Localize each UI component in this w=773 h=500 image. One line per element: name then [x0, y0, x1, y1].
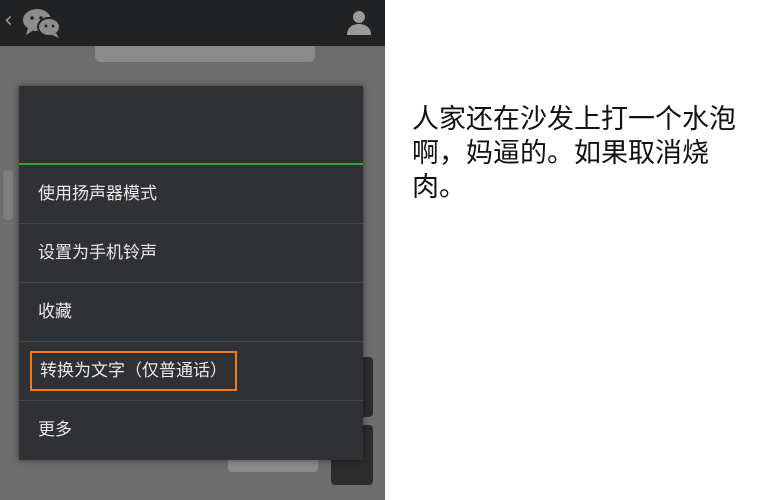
- menu-item-label: 设置为手机铃声: [38, 243, 157, 263]
- chevron-left-icon[interactable]: ‹: [4, 7, 13, 35]
- menu-item-label: 转换为文字（仅普通话）: [30, 351, 237, 391]
- screenshot-stage: ‹ 使用扬声器模式 设置为手机铃声 收藏 转换为文字（仅普通话） 更多 人家还在…: [0, 0, 773, 500]
- menu-item-label: 更多: [38, 420, 72, 440]
- menu-item-more[interactable]: 更多: [19, 401, 363, 460]
- menu-item-speaker-mode[interactable]: 使用扬声器模式: [19, 165, 363, 224]
- menu-item-label: 收藏: [38, 302, 72, 322]
- background-message-strip: [95, 46, 315, 62]
- menu-item-convert-to-text[interactable]: 转换为文字（仅普通话）: [19, 342, 363, 401]
- menu-item-set-ringtone[interactable]: 设置为手机铃声: [19, 224, 363, 283]
- person-icon[interactable]: [345, 8, 373, 36]
- context-menu: 使用扬声器模式 设置为手机铃声 收藏 转换为文字（仅普通话） 更多: [19, 86, 363, 460]
- title-bar: ‹: [0, 0, 385, 46]
- menu-item-label: 使用扬声器模式: [38, 184, 157, 204]
- phone-screen: ‹ 使用扬声器模式 设置为手机铃声 收藏 转换为文字（仅普通话） 更多: [0, 0, 385, 500]
- menu-item-favorite[interactable]: 收藏: [19, 283, 363, 342]
- context-menu-header: [19, 86, 363, 165]
- background-message-edge: [3, 170, 13, 220]
- transcription-caption: 人家还在沙发上打一个水泡啊，妈逼的。如果取消烧肉。: [412, 104, 736, 203]
- chat-bubbles-icon: [23, 9, 61, 38]
